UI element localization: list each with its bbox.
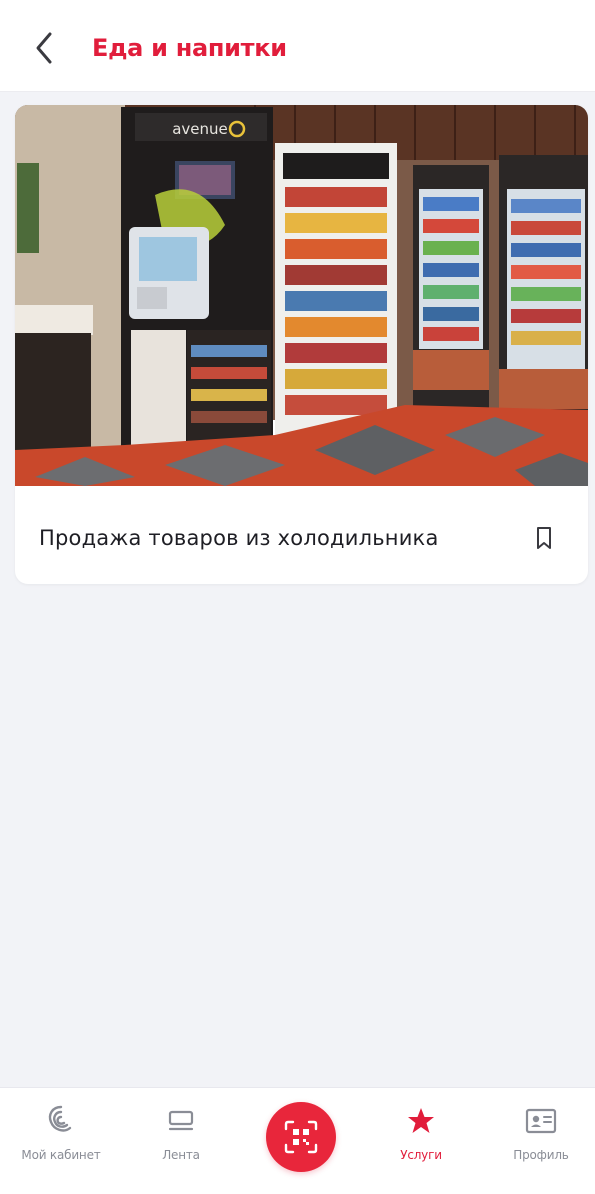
star-icon — [408, 1108, 434, 1133]
cabinet-logo-icon — [48, 1105, 72, 1132]
service-card[interactable]: avenue Продажа товаров из холодильника — [15, 105, 588, 584]
top-app-bar: Еда и напитки — [0, 0, 595, 92]
nav-item-my-cabinet[interactable]: Мой кабинет — [6, 1088, 116, 1194]
nav-label-my-cabinet: Мой кабинет — [21, 1148, 101, 1162]
nav-label-feed: Лента — [162, 1148, 200, 1162]
nav-label-profile: Профиль — [513, 1148, 569, 1162]
kiosk-brand-text: avenue — [172, 120, 228, 138]
service-title: Продажа товаров из холодильника — [39, 526, 439, 550]
nav-label-services: Услуги — [400, 1148, 442, 1162]
nav-item-profile[interactable]: Профиль — [486, 1088, 595, 1194]
qr-scan-button[interactable] — [266, 1102, 336, 1172]
nav-item-feed[interactable]: Лента — [126, 1088, 236, 1194]
back-button[interactable] — [28, 28, 64, 68]
page-title: Еда и напитки — [92, 34, 287, 62]
feed-icon — [168, 1110, 194, 1131]
bookmark-icon — [537, 527, 551, 549]
qr-scan-icon — [284, 1120, 318, 1154]
chevron-left-icon — [36, 32, 52, 64]
bookmark-button[interactable] — [529, 523, 559, 553]
profile-card-icon — [525, 1108, 557, 1134]
nav-item-services[interactable]: Услуги — [366, 1088, 476, 1194]
service-image: avenue — [15, 105, 588, 486]
bottom-navigation: Мой кабинет Лента Услуги Профиль — [0, 1087, 595, 1194]
